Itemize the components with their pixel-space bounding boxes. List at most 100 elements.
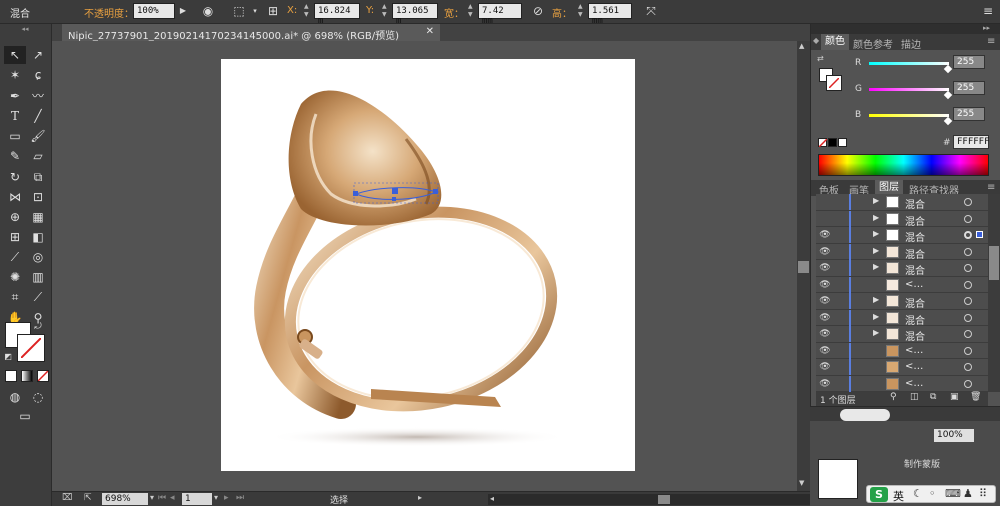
horizontal-scroll-thumb[interactable] [658, 495, 670, 504]
x-spinner-icon[interactable]: ▲ ▼ [304, 3, 310, 19]
tab-color[interactable]: 颜色 [821, 34, 849, 50]
make-mask-label[interactable]: 制作蒙版 [904, 457, 940, 470]
page-dropdown-icon[interactable]: ▾ [214, 493, 218, 502]
close-tab-icon[interactable]: ✕ [426, 26, 434, 37]
share-icon[interactable]: ⇱ [84, 493, 92, 503]
layer-name[interactable]: 混合 [905, 213, 925, 228]
visibility-eye-icon[interactable] [819, 196, 831, 208]
visibility-eye-icon[interactable]: 👁 [819, 378, 831, 390]
visibility-eye-icon[interactable]: 👁 [819, 312, 831, 324]
color-mode-icon[interactable] [5, 370, 17, 382]
recolor-icon[interactable]: ◉ [200, 3, 216, 19]
gradient-tool-icon[interactable]: ◧ [27, 228, 49, 246]
layer-name[interactable]: 混合 [905, 312, 925, 327]
white-swatch[interactable] [838, 138, 847, 147]
expand-triangle-icon[interactable]: ▶ [873, 229, 879, 238]
expand-triangle-icon[interactable]: ▶ [873, 213, 879, 222]
visibility-eye-icon[interactable] [819, 213, 831, 225]
locate-object-icon[interactable]: ⚲ [890, 392, 897, 402]
target-circle-icon[interactable] [964, 280, 972, 289]
color-panel-menu-icon[interactable]: ≡ [987, 36, 995, 47]
slice-tool-icon[interactable]: ⟋ [27, 288, 49, 306]
color-swap-icon[interactable]: ⇄ [817, 54, 824, 63]
new-sublayer-icon[interactable]: ⧉ [930, 392, 936, 402]
layer-row[interactable]: 👁 ▶ 混合 [816, 227, 988, 244]
layer-name[interactable]: 混合 [905, 196, 925, 211]
layers-panel-menu-icon[interactable]: ≡ [987, 182, 995, 193]
layer-name[interactable]: <… [905, 345, 923, 356]
default-colors-icon[interactable]: ◩ [2, 348, 14, 366]
x-field[interactable]: 16.824 m [314, 3, 360, 26]
r-slider-knob[interactable] [943, 64, 953, 74]
layer-row[interactable]: 👁 ▶ 混合 [816, 309, 988, 327]
layer-row[interactable]: 👁 ▶ 混合 [816, 293, 988, 310]
visibility-eye-icon[interactable]: 👁 [819, 279, 831, 291]
layer-name[interactable]: 混合 [905, 229, 925, 244]
blend-tool-icon[interactable]: ◎ [27, 248, 49, 266]
tab-color-guide[interactable]: 颜色参考 [853, 36, 893, 51]
shape-builder-tool-icon[interactable]: ⊕ [4, 208, 26, 226]
perspective-grid-tool-icon[interactable]: ▦ [27, 208, 49, 226]
g-slider-knob[interactable] [943, 90, 953, 100]
align-dropdown-icon[interactable]: ▾ [247, 3, 263, 19]
hex-field[interactable]: FFFFFF [953, 135, 990, 149]
delete-layer-icon[interactable]: 🗑 [970, 392, 981, 402]
align-grid-icon[interactable]: ⬚ [231, 3, 247, 19]
line-tool-icon[interactable]: ╱ [27, 107, 49, 125]
layer-row[interactable]: 👁 <… [816, 359, 988, 376]
transform-icon[interactable]: ⤧ [643, 3, 659, 19]
layer-name[interactable]: 混合 [905, 295, 925, 310]
layer-name[interactable]: <… [905, 279, 923, 290]
rectangle-tool-icon[interactable]: ▭ [4, 127, 26, 145]
r-slider[interactable] [869, 62, 949, 65]
document-tab[interactable]: Nipic_27737901_20190214170234145000.ai* … [62, 24, 440, 42]
ime-user-icon[interactable]: ♟ [963, 487, 973, 500]
eraser-tool-icon[interactable]: ▱ [27, 147, 49, 165]
target-circle-icon[interactable] [964, 363, 972, 371]
target-circle-icon[interactable] [964, 346, 972, 355]
last-page-icon[interactable]: ⏭ [236, 493, 244, 503]
screen-mode-icon[interactable]: ▭ [14, 407, 36, 425]
ime-toolbar[interactable]: S 英 ☾ ◦ ⌨ ♟ ⠿ [866, 485, 996, 503]
curvature-tool-icon[interactable]: 〰 [27, 87, 49, 105]
type-tool-icon[interactable]: T [4, 107, 26, 125]
ime-moon-icon[interactable]: ☾ [913, 487, 923, 500]
expand-triangle-icon[interactable]: ▶ [873, 328, 879, 337]
ime-mode-label[interactable]: 英 [893, 488, 904, 504]
layers-scrollbar[interactable] [988, 194, 1000, 392]
layer-row[interactable]: ▶ 混合 [816, 194, 988, 211]
make-clipping-mask-icon[interactable]: ◫ [910, 392, 919, 402]
layer-row[interactable]: 👁 <… [816, 276, 988, 293]
none-mode-icon[interactable] [37, 370, 49, 382]
layer-row[interactable]: ▶ 混合 [816, 210, 988, 228]
mesh-tool-icon[interactable]: ⊞ [4, 228, 26, 246]
horizontal-scrollbar[interactable]: ◂ ▸ [488, 494, 844, 505]
layer-row[interactable]: 👁 <… [816, 375, 988, 392]
expand-triangle-icon[interactable]: ▶ [873, 295, 879, 304]
visibility-eye-icon[interactable]: 👁 [819, 229, 831, 241]
paintbrush-tool-icon[interactable]: 🖌 [27, 127, 49, 145]
stroke-swatch[interactable] [17, 334, 45, 362]
width-field[interactable]: 7.42 mm [478, 3, 522, 26]
draw-normal-icon[interactable]: ◍ [4, 388, 26, 406]
target-circle-icon[interactable] [964, 297, 972, 305]
r-value[interactable]: 255 [953, 55, 985, 69]
lasso-tool-icon[interactable]: ɕ [27, 66, 49, 84]
panel-expand-icon[interactable]: ◆ [813, 36, 819, 45]
page-field[interactable]: 1 [182, 493, 212, 505]
rotate-tool-icon[interactable]: ↻ [4, 168, 26, 186]
free-transform-tool-icon[interactable]: ⊡ [27, 188, 49, 206]
layer-row[interactable]: 👁 ▶ 混合 [816, 260, 988, 277]
pen-tool-icon[interactable]: ✒ [4, 87, 26, 105]
expand-triangle-icon[interactable]: ▶ [873, 312, 879, 321]
draw-behind-icon[interactable]: ◌ [27, 388, 49, 406]
ime-grid-icon[interactable]: ⠿ [979, 487, 987, 500]
target-circle-icon[interactable] [964, 231, 972, 239]
vertical-scroll-thumb[interactable] [798, 261, 809, 273]
swap-fill-stroke-icon[interactable]: ⤾ [31, 318, 45, 336]
target-circle-icon[interactable] [964, 264, 972, 272]
layer-row[interactable]: 👁 ▶ 混合 [816, 243, 988, 261]
expand-triangle-icon[interactable]: ▶ [873, 196, 879, 205]
panel-menu-icon[interactable]: ≡ [980, 3, 996, 19]
vertical-scrollbar[interactable]: ▲ ▼ [797, 41, 810, 491]
